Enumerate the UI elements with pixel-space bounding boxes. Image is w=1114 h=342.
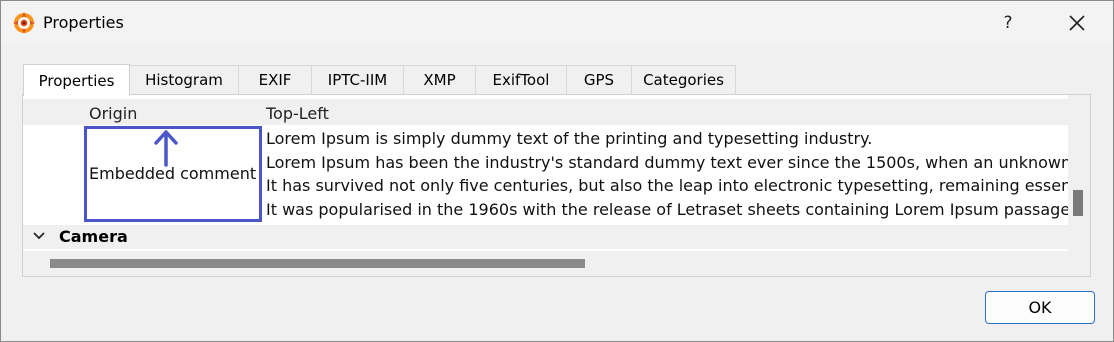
tab-iptc-iim[interactable]: IPTC-IIM xyxy=(312,65,404,95)
comment-line: It was popularised in the 1960s with the… xyxy=(266,199,1068,219)
app-eye-icon xyxy=(13,12,35,34)
horizontal-scroll-thumb[interactable] xyxy=(50,259,585,268)
section-label: Camera xyxy=(59,227,128,246)
up-arrow-icon xyxy=(154,130,178,167)
tab-exiftool[interactable]: ExifTool xyxy=(476,65,567,95)
property-row-origin[interactable]: Origin Top-Left xyxy=(23,99,1068,125)
property-list[interactable]: Origin Top-Left Embedded comment Lorem I… xyxy=(23,95,1068,251)
section-header-camera[interactable]: Camera xyxy=(23,225,1068,249)
horizontal-scrollbar[interactable] xyxy=(23,251,1090,276)
ok-button[interactable]: OK xyxy=(985,291,1095,324)
window-title: Properties xyxy=(43,13,124,32)
properties-dialog: Properties ? Properties Histogram EXIF I… xyxy=(0,0,1114,342)
help-button[interactable]: ? xyxy=(987,7,1029,39)
vertical-scrollbar[interactable] xyxy=(1068,95,1090,251)
tab-properties[interactable]: Properties xyxy=(23,64,130,96)
tab-xmp[interactable]: XMP xyxy=(404,65,476,95)
property-label: Origin xyxy=(89,104,138,123)
properties-panel: Origin Top-Left Embedded comment Lorem I… xyxy=(22,94,1091,277)
tab-exif[interactable]: EXIF xyxy=(239,65,312,95)
close-icon xyxy=(1069,15,1085,31)
vertical-scroll-thumb[interactable] xyxy=(1073,190,1083,216)
tab-histogram[interactable]: Histogram xyxy=(130,65,239,95)
close-button[interactable] xyxy=(1053,7,1101,39)
tab-bar: Properties Histogram EXIF IPTC-IIM XMP E… xyxy=(23,64,736,96)
property-value: Top-Left xyxy=(266,104,329,123)
comment-line: Lorem Ipsum is simply dummy text of the … xyxy=(266,129,873,148)
comment-line: Lorem Ipsum has been the industry's stan… xyxy=(266,152,1068,172)
tab-categories[interactable]: Categories xyxy=(632,65,736,95)
chevron-down-icon[interactable] xyxy=(31,228,47,244)
tab-gps[interactable]: GPS xyxy=(567,65,632,95)
comment-line: It has survived not only five centuries,… xyxy=(266,176,1068,195)
property-value-comment[interactable]: Lorem Ipsum is simply dummy text of the … xyxy=(266,127,1068,221)
title-bar[interactable]: Properties ? xyxy=(1,1,1113,45)
